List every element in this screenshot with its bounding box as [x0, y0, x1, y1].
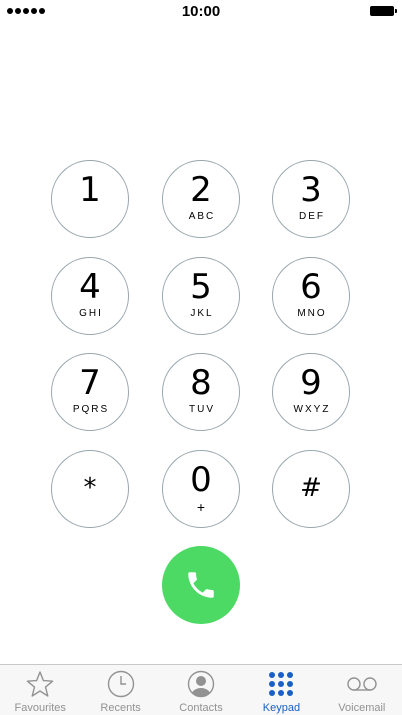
- keypad-icon: [241, 670, 321, 698]
- key-digit: 8: [190, 363, 212, 403]
- tab-recents[interactable]: Recents: [80, 665, 160, 715]
- key-letters: DEF: [299, 211, 325, 222]
- key-digit: 7: [79, 363, 101, 403]
- key-digit: 2: [190, 170, 212, 210]
- tab-favourites[interactable]: Favourites: [0, 665, 80, 715]
- tab-contacts[interactable]: Contacts: [161, 665, 241, 715]
- tab-voicemail[interactable]: Voicemail: [322, 665, 402, 715]
- contact-icon: [161, 670, 241, 698]
- key-letters: JKL: [190, 308, 214, 319]
- star-icon: [0, 670, 80, 698]
- status-bar: 10:00: [0, 0, 402, 22]
- key-2[interactable]: 2 ABC: [162, 160, 240, 238]
- tab-bar: Favourites Recents Contacts Keypad Voice…: [0, 664, 402, 715]
- key-digit: *: [83, 473, 97, 503]
- key-digit: 1: [79, 170, 101, 210]
- key-letters: WXYZ: [293, 404, 331, 415]
- battery-icon: [370, 6, 397, 16]
- tab-keypad[interactable]: Keypad: [241, 665, 321, 715]
- key-letters: GHI: [79, 308, 103, 319]
- key-6[interactable]: 6 MNO: [272, 257, 350, 335]
- tab-label: Voicemail: [338, 702, 386, 714]
- key-9[interactable]: 9 WXYZ: [272, 353, 350, 431]
- key-digit: 4: [79, 267, 101, 307]
- key-letters: PQRS: [72, 404, 110, 415]
- key-letters: +: [196, 499, 206, 515]
- key-digit: 9: [300, 363, 322, 403]
- key-0[interactable]: 0 +: [162, 450, 240, 528]
- key-8[interactable]: 8 TUV: [162, 353, 240, 431]
- tab-label: Recents: [100, 702, 141, 714]
- key-5[interactable]: 5 JKL: [162, 257, 240, 335]
- key-digit: 6: [300, 267, 322, 307]
- key-digit: #: [300, 473, 322, 503]
- key-hash[interactable]: #: [272, 450, 350, 528]
- phone-icon: [188, 572, 214, 598]
- call-button[interactable]: [162, 546, 240, 624]
- clock-icon: [80, 670, 160, 698]
- key-1[interactable]: 1: [51, 160, 129, 238]
- status-time: 10:00: [181, 3, 221, 20]
- key-digit: 5: [190, 267, 212, 307]
- key-3[interactable]: 3 DEF: [272, 160, 350, 238]
- key-letters: ABC: [188, 211, 216, 222]
- phone-keypad-screen: 10:00 1 2 ABC 3 DEF 4 GHI 5 JKL 6 MNO 7 …: [0, 0, 402, 715]
- key-letters: MNO: [297, 308, 327, 319]
- key-7[interactable]: 7 PQRS: [51, 353, 129, 431]
- key-digit: 0: [190, 460, 212, 500]
- key-4[interactable]: 4 GHI: [51, 257, 129, 335]
- voicemail-icon: [322, 670, 402, 698]
- key-digit: 3: [300, 170, 322, 210]
- key-star[interactable]: *: [51, 450, 129, 528]
- tab-label: Favourites: [14, 702, 66, 714]
- tab-label: Contacts: [179, 702, 223, 714]
- tab-label: Keypad: [262, 702, 301, 714]
- key-letters: TUV: [189, 404, 215, 415]
